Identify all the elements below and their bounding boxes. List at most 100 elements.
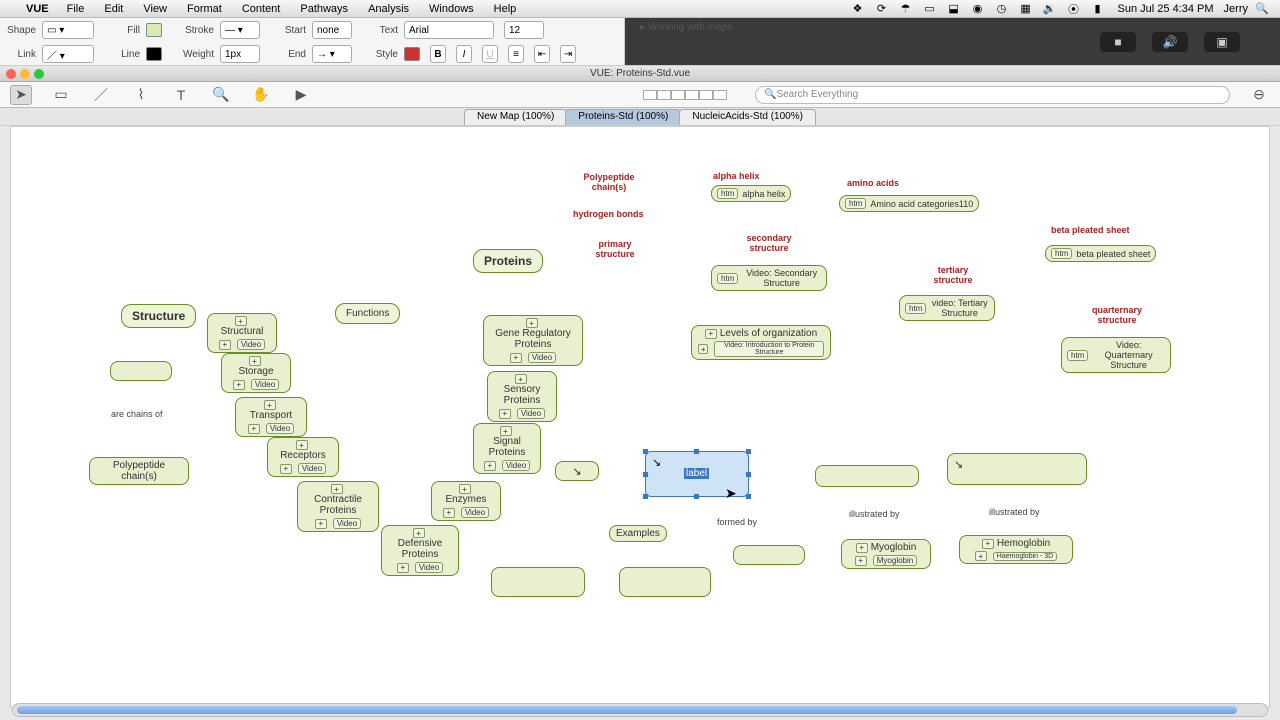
leaf-icon[interactable]: ❖ — [851, 2, 865, 16]
hand-tool[interactable]: ✋ — [250, 85, 272, 105]
search-input[interactable]: 🔍 Search Everything — [755, 86, 1230, 104]
node-receptors[interactable]: +Receptors+Video — [267, 437, 339, 477]
node-enzymes[interactable]: +Enzymes+Video — [431, 481, 501, 521]
node-generegs[interactable]: +Gene Regulatory Proteins+Video — [483, 315, 583, 366]
bold-btn[interactable]: B — [430, 45, 446, 63]
node-transport[interactable]: +Transport+Video — [235, 397, 307, 437]
editing-label[interactable]: label — [684, 468, 709, 479]
close-search-icon[interactable]: ⊖ — [1248, 85, 1270, 105]
node-structural[interactable]: +Structural+Video — [207, 313, 277, 353]
close-icon[interactable] — [6, 69, 16, 79]
indent-btn[interactable]: ⇥ — [560, 45, 576, 63]
text-tool[interactable]: T — [170, 85, 192, 105]
menu-edit[interactable]: Edit — [96, 3, 131, 15]
node-amino[interactable]: htmAmino acid categories110 — [839, 195, 979, 212]
node-defensive[interactable]: +Defensive Proteins+Video — [381, 525, 459, 576]
zoom-icon[interactable] — [34, 69, 44, 79]
minimize-icon[interactable] — [20, 69, 30, 79]
prune-tool[interactable]: ⌇ — [130, 85, 152, 105]
underline-btn[interactable]: U — [482, 45, 498, 63]
map-canvas[interactable]: Polypeptide chain(s) hydrogen bonds prim… — [10, 126, 1270, 708]
node-quat-video[interactable]: htmVideo: Quarternary Structure — [1061, 337, 1171, 373]
video-icon[interactable]: ■ — [1100, 32, 1136, 52]
node-examples[interactable]: Examples — [609, 525, 667, 542]
timemachine-icon[interactable]: ◷ — [995, 2, 1009, 16]
menubar-user[interactable]: Jerry — [1224, 3, 1248, 15]
node-storage[interactable]: +Storage+Video — [221, 353, 291, 393]
horizontal-scrollbar[interactable] — [12, 703, 1268, 717]
display-icon[interactable]: ▭ — [923, 2, 937, 16]
select-tool[interactable]: ➤ — [10, 85, 32, 105]
node-levels[interactable]: +Levels of organization+Video: Introduct… — [691, 325, 831, 360]
battery-icon[interactable]: ▮ — [1091, 2, 1105, 16]
node-hemoglobin[interactable]: +Hemoglobin+Haemoglobin - 3D — [959, 535, 1073, 564]
fill-swatch[interactable] — [146, 23, 162, 37]
weight-picker[interactable]: 1px — [220, 45, 260, 63]
outdent-btn[interactable]: ⇤ — [534, 45, 550, 63]
font-picker[interactable]: Arial — [404, 21, 494, 39]
doctab-nucleic[interactable]: NucleicAcids-Std (100%) — [679, 109, 816, 125]
node-level-3[interactable] — [815, 465, 919, 487]
sync-icon[interactable]: ⟳ — [875, 2, 889, 16]
stroke-picker[interactable]: — ▾ — [220, 21, 260, 39]
wifi-icon[interactable]: ⦿ — [1067, 2, 1081, 16]
node-sensory[interactable]: +Sensory Proteins+Video — [487, 371, 557, 422]
lbl-link: Link — [0, 49, 36, 60]
text-color[interactable] — [404, 47, 420, 61]
node-tert-video[interactable]: htmvideo: Tertiary Structure — [899, 295, 995, 321]
zoom-levels[interactable] — [643, 90, 727, 100]
node-contractile[interactable]: +Contractile Proteins+Video — [297, 481, 379, 532]
app-name[interactable]: VUE — [26, 3, 49, 15]
menu-pathways[interactable]: Pathways — [292, 3, 356, 15]
node-alpha-helix[interactable]: htmalpha helix — [711, 185, 791, 202]
node-tool[interactable]: ▭ — [50, 85, 72, 105]
doctab-newmap[interactable]: New Map (100%) — [464, 109, 567, 125]
doctab-proteins[interactable]: Proteins-Std (100%) — [565, 109, 681, 125]
eye-icon[interactable]: ◉ — [971, 2, 985, 16]
node-proteins[interactable]: Proteins — [473, 249, 543, 273]
cal-icon[interactable]: ▦ — [1019, 2, 1033, 16]
label-hbonds: hydrogen bonds — [573, 209, 644, 219]
menu-view[interactable]: View — [135, 3, 175, 15]
italic-btn[interactable]: I — [456, 45, 472, 63]
menu-windows[interactable]: Windows — [421, 3, 482, 15]
background-tab-title[interactable]: ▸ Working with maps — [640, 22, 732, 33]
present-tool[interactable]: ▶ — [290, 85, 312, 105]
node-empty-struct[interactable] — [110, 361, 172, 381]
dropbox-icon[interactable]: ⬓ — [947, 2, 961, 16]
node-level-4[interactable]: ↘ — [947, 453, 1087, 485]
node-poly[interactable]: Polypeptide chain(s) — [89, 457, 189, 485]
volume-icon[interactable]: 🔉 — [1043, 2, 1057, 16]
font-size[interactable]: 12 — [504, 21, 544, 39]
node-structure[interactable]: Structure — [121, 304, 196, 328]
shape-picker[interactable]: ▭ ▾ — [42, 21, 94, 39]
window-titlebar: VUE: Proteins-Std.vue — [0, 66, 1280, 82]
node-ex1[interactable] — [491, 567, 585, 597]
arrow-start[interactable]: none — [312, 21, 352, 39]
audio-icon[interactable]: 🔊 — [1152, 32, 1188, 52]
node-empty-formed[interactable] — [733, 545, 805, 565]
fullscreen-icon[interactable]: ▣ — [1204, 32, 1240, 52]
menu-file[interactable]: File — [59, 3, 93, 15]
node-beta[interactable]: htmbeta pleated sheet — [1045, 245, 1156, 262]
menu-help[interactable]: Help — [486, 3, 525, 15]
node-myoglobin[interactable]: +Myoglobin+Myoglobin — [841, 539, 931, 569]
list-btn[interactable]: ≡ — [508, 45, 524, 63]
node-sec-video[interactable]: htmVideo: Secondary Structure — [711, 265, 827, 291]
arrow-end[interactable]: → ▾ — [312, 45, 352, 63]
umbrella-icon[interactable]: ☂ — [899, 2, 913, 16]
link-tool[interactable]: ／ — [90, 85, 112, 105]
node-signal[interactable]: +Signal Proteins+Video — [473, 423, 541, 474]
node-level-1[interactable]: ↘ — [555, 461, 599, 481]
link-picker[interactable]: ／ ▾ — [42, 45, 94, 63]
menu-content[interactable]: Content — [234, 3, 289, 15]
node-ex2[interactable] — [619, 567, 711, 597]
spotlight-icon[interactable]: 🔍 — [1255, 2, 1269, 16]
menu-format[interactable]: Format — [179, 3, 230, 15]
zoom-tool[interactable]: 🔍 — [210, 85, 232, 105]
menubar-clock[interactable]: Sun Jul 25 4:34 PM — [1118, 3, 1214, 15]
menu-analysis[interactable]: Analysis — [360, 3, 417, 15]
node-functions[interactable]: Functions — [335, 303, 400, 324]
line-swatch[interactable] — [146, 47, 162, 61]
edge-chains: are chains of — [111, 409, 163, 419]
